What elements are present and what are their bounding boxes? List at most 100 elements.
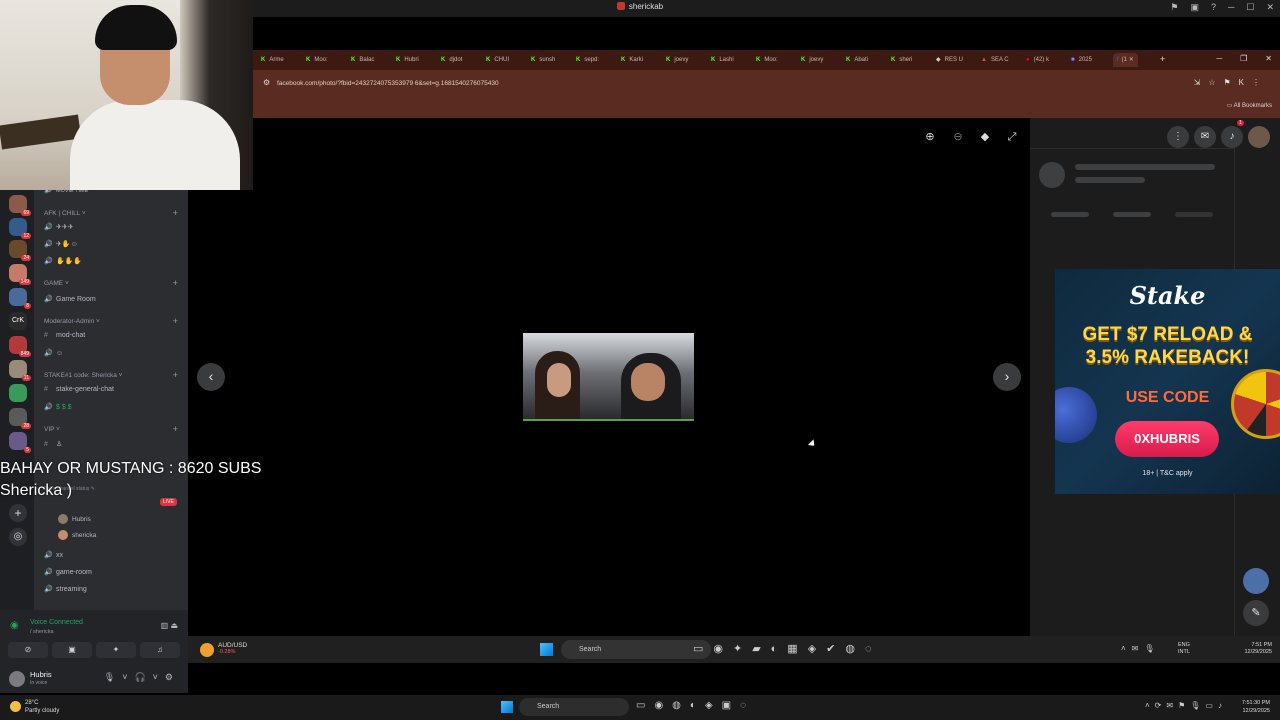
close-icon[interactable]: ✕ <box>1265 54 1272 63</box>
channel-xx[interactable]: 🔊 xx <box>44 551 63 559</box>
voice-channel[interactable]: 🔊 ✈✋☺ <box>44 240 78 248</box>
voice-channel[interactable]: 🔊 ✈✈✈ <box>44 223 74 231</box>
system-tray[interactable]: ˄✉🎙 <box>1121 644 1161 653</box>
taskbar-apps[interactable]: ▭◉✦▰◐▦◈✔◍◌ <box>693 642 882 655</box>
notifications-icon[interactable]: ♪ <box>1221 126 1243 148</box>
zoom-in-icon[interactable]: ⊕ <box>923 130 937 144</box>
add-channel-icon[interactable]: + <box>173 370 178 380</box>
tab[interactable]: Ksepd: <box>576 53 599 67</box>
tab[interactable]: K CHUI <box>486 53 509 67</box>
add-channel-icon[interactable]: + <box>173 316 178 326</box>
clock[interactable]: 7:51 PM 12/29/2025 <box>1244 642 1272 656</box>
server-icon[interactable]: 8 <box>9 288 31 309</box>
language-indicator[interactable]: ENG INTL <box>1178 642 1190 656</box>
channel-game-room-2[interactable]: 🔊 game-room <box>44 568 92 576</box>
tab[interactable]: ■ 2025 <box>1071 53 1092 67</box>
server-icon[interactable]: 69 <box>9 195 31 216</box>
minimize-icon[interactable]: ─ <box>1228 2 1234 12</box>
category-afk-chill[interactable]: AFK | CHILL ˅ <box>44 210 86 217</box>
add-channel-icon[interactable]: + <box>173 424 178 434</box>
category-vip[interactable]: VIP ˅ <box>44 426 60 433</box>
tab[interactable]: Kjoevy <box>666 53 688 67</box>
toolbar-icons[interactable]: ⇲☆⚑K⋮ <box>1194 78 1268 87</box>
voice-channel[interactable]: 🔊 ☺ <box>44 349 63 357</box>
new-message-icon[interactable]: ✎ <box>1243 600 1269 626</box>
contact-avatar[interactable] <box>1243 568 1269 594</box>
server-icon[interactable]: 149 <box>9 264 31 285</box>
close-icon[interactable]: ✕ <box>1129 57 1134 63</box>
channel-stake-general-chat[interactable]: # stake-general-chat <box>44 386 114 393</box>
all-bookmarks[interactable]: ▭ All Bookmarks <box>1227 102 1272 109</box>
weather-widget[interactable]: 28°C Partly cloudy <box>25 699 59 715</box>
stake-ad[interactable]: Stake GET $7 RELOAD & 3.5% RAKEBACK! USE … <box>1055 269 1280 494</box>
screen-share-button[interactable]: ▣ <box>52 642 92 658</box>
tab[interactable]: ◆ RES U <box>936 53 963 67</box>
zoom-out-icon[interactable]: ⊖ <box>951 130 965 144</box>
category-stake[interactable]: STAKE#1 code: Shericka ˅ <box>44 372 122 379</box>
tab[interactable]: K Lashi <box>711 53 734 67</box>
server-icon[interactable]: 28 <box>9 408 31 429</box>
server-icon[interactable]: 849 <box>9 336 31 357</box>
channel-mod-chat[interactable]: # mod-chat <box>44 332 85 339</box>
activities-button[interactable]: ✦ <box>96 642 136 658</box>
disconnect-icon[interactable]: ▥ ⏏ <box>161 621 178 630</box>
server-icon[interactable]: 12 <box>9 218 31 239</box>
server-icon[interactable]: 24 <box>9 240 31 261</box>
previous-photo-button[interactable]: ‹ <box>197 363 225 391</box>
tab[interactable]: ● (42) k <box>1026 53 1049 67</box>
server-icon[interactable] <box>9 384 27 402</box>
promo-code-button[interactable]: 0XHUBRIS <box>1115 421 1219 457</box>
voice-channel-name[interactable]: / shericka <box>30 629 54 635</box>
tab[interactable]: K Balac <box>351 53 374 67</box>
system-tray[interactable]: ˄⟳✉⚑🎙▭♪ <box>1145 701 1227 710</box>
voice-user[interactable]: shericka <box>58 530 96 540</box>
clock[interactable]: 7:51:30 PM 12/29/2025 <box>1242 699 1270 715</box>
tab[interactable]: K Arme <box>261 53 284 67</box>
server-icon[interactable]: 11 <box>9 360 31 381</box>
signal-icon[interactable]: ◉ <box>10 620 22 632</box>
category-game[interactable]: GAME ˅ <box>44 280 69 287</box>
maximize-icon[interactable]: ❐ <box>1240 54 1247 63</box>
voice-channel[interactable]: 🔊 ✋✋✋ <box>44 257 82 265</box>
tab-active-facebook[interactable]: f (1 ✕ <box>1113 53 1138 67</box>
add-server-icon[interactable]: + <box>9 504 27 522</box>
channel-game-room[interactable]: 🔊 Game Room <box>44 295 96 303</box>
voice-user[interactable]: Hubris <box>58 514 91 524</box>
minimize-icon[interactable]: ─ <box>1216 54 1222 63</box>
search-box[interactable]: Search <box>519 698 629 716</box>
voice-channel[interactable]: 🔊 $ $ $ <box>44 403 72 411</box>
add-channel-icon[interactable]: + <box>173 278 178 288</box>
messenger-icon[interactable]: ✉ <box>1194 126 1216 148</box>
maximize-icon[interactable]: ☐ <box>1246 2 1254 13</box>
add-channel-icon[interactable]: + <box>173 208 178 218</box>
next-photo-button[interactable]: › <box>993 363 1021 391</box>
avatar[interactable] <box>9 671 25 687</box>
tag-icon[interactable]: ◆ <box>978 130 992 144</box>
text-channel[interactable]: # ♙ <box>44 440 62 448</box>
fullscreen-icon[interactable]: ⤢ <box>1005 130 1019 144</box>
currency-widget[interactable]: AUD/USD -0.28% <box>218 642 247 655</box>
tab[interactable]: K Moo: <box>306 53 328 67</box>
user-controls[interactable]: 🎙˅🎧˅⚙ <box>104 672 180 683</box>
pin-icon[interactable]: ⚑ <box>1170 2 1178 13</box>
start-button[interactable] <box>540 643 553 656</box>
tab[interactable]: K Karki <box>621 53 643 67</box>
profile-avatar[interactable] <box>1248 126 1270 148</box>
new-tab-button[interactable]: + <box>1160 54 1165 64</box>
start-button[interactable] <box>501 701 513 713</box>
menu-grid-icon[interactable]: ⋮ <box>1167 126 1189 148</box>
inbox-icon[interactable]: ▣ <box>1190 2 1199 13</box>
site-info-icon[interactable]: ⚙ <box>263 78 270 87</box>
close-icon[interactable]: ✕ <box>1266 2 1274 13</box>
tab[interactable]: ▲ SEA C <box>981 53 1009 67</box>
tab[interactable]: Ksunsh <box>531 53 555 67</box>
tab[interactable]: K Abati <box>846 53 868 67</box>
server-icon[interactable]: 5 <box>9 432 31 453</box>
tab[interactable]: K Hubri <box>396 53 419 67</box>
channel-streaming[interactable]: 🔊 streaming <box>44 585 87 593</box>
category-moderator-admin[interactable]: Moderator-Admin ˅ <box>44 318 100 325</box>
server-icon[interactable]: CrK <box>9 312 27 330</box>
soundboard-button[interactable]: ♫ <box>140 642 180 658</box>
tab[interactable]: Ksheri <box>891 53 912 67</box>
search-box[interactable]: Search <box>561 640 711 659</box>
